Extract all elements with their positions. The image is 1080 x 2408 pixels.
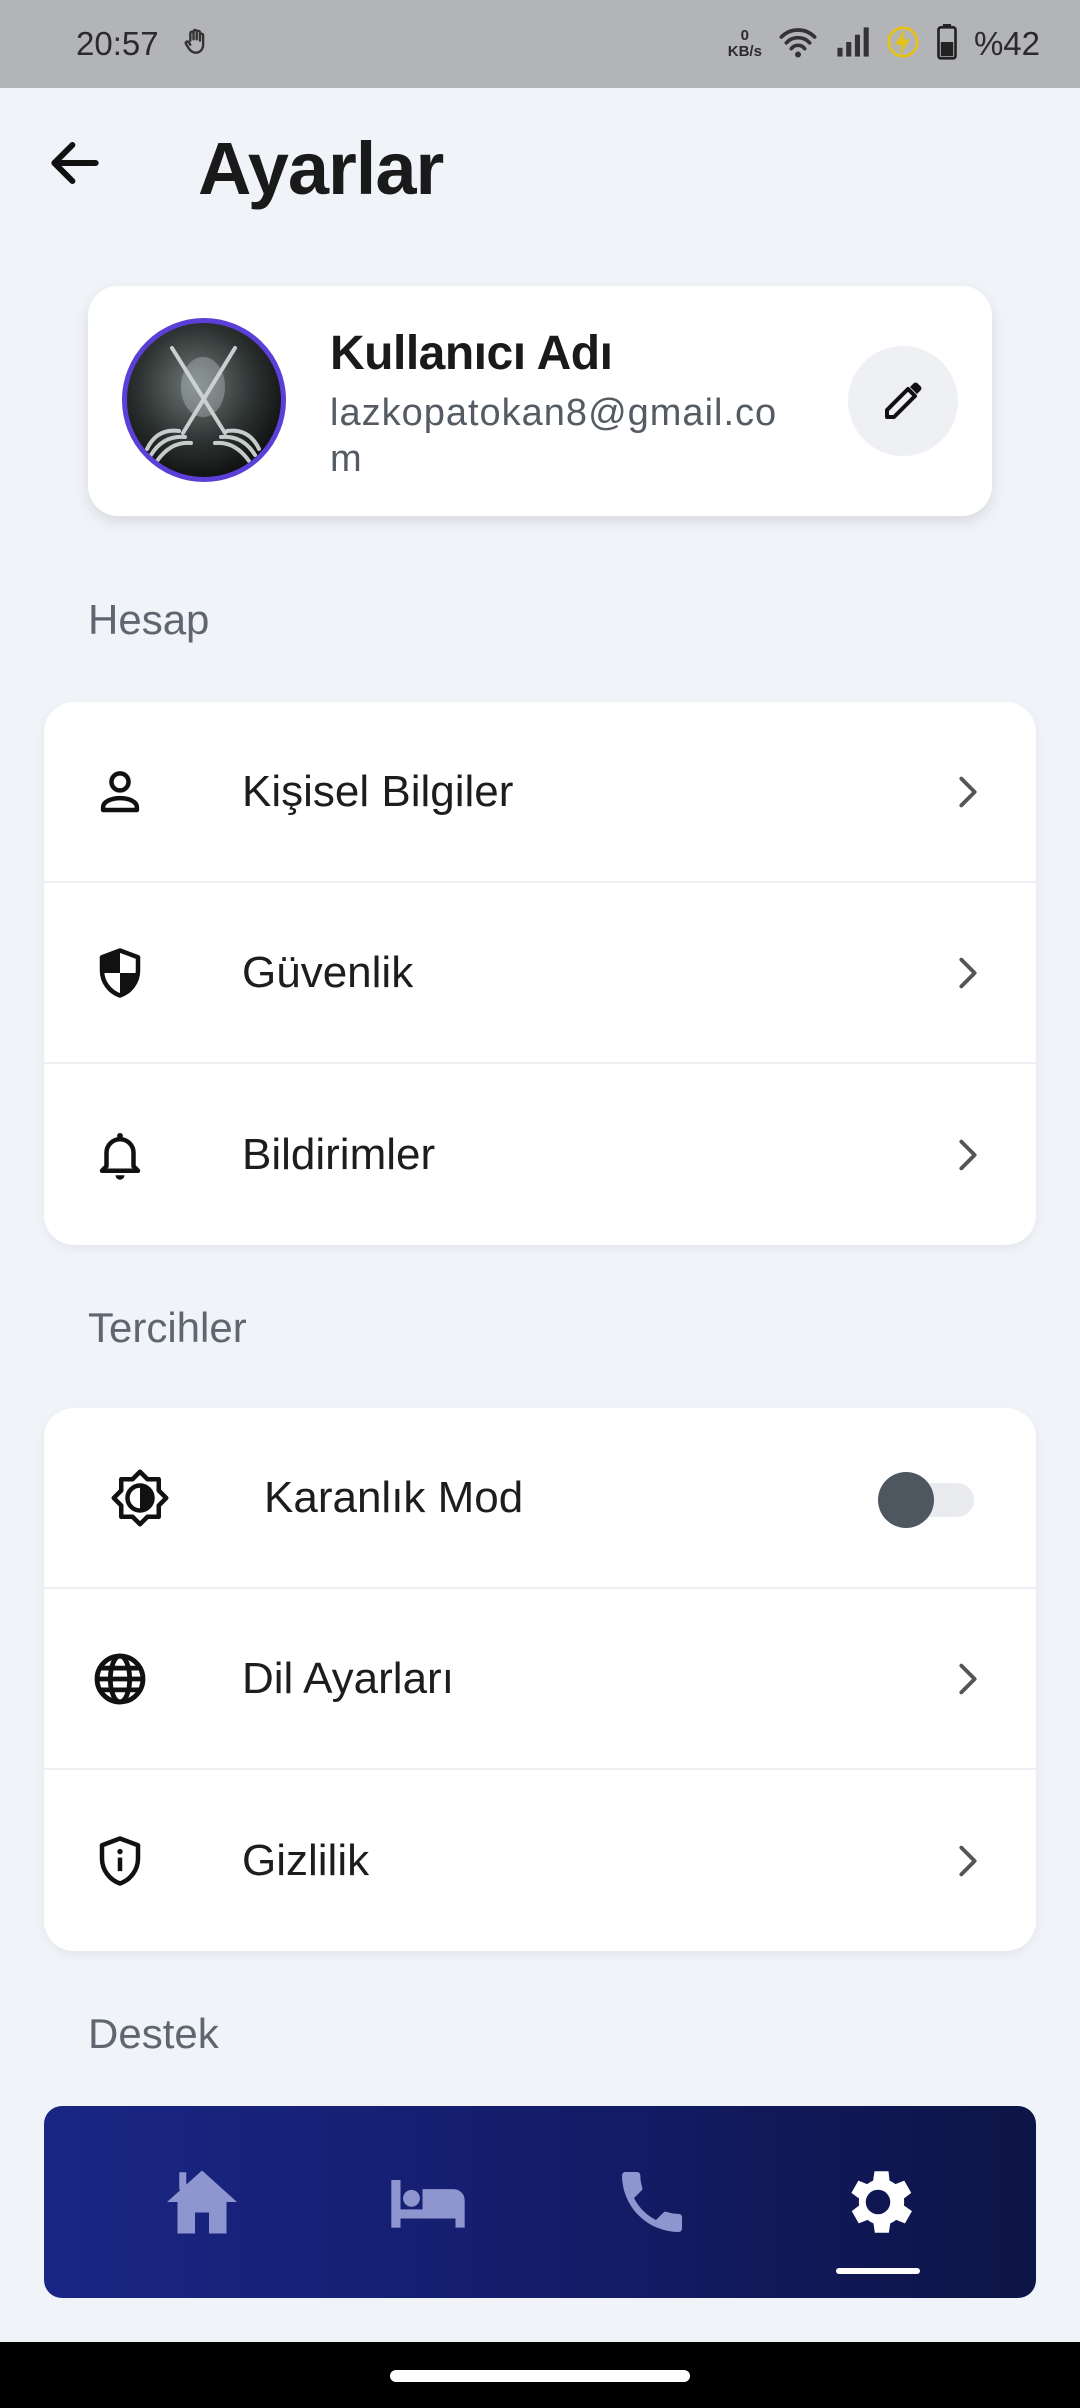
settings-item-label: Güvenlik — [242, 947, 414, 997]
chevron-right-icon — [946, 1839, 990, 1883]
hand-gesture-icon — [181, 26, 213, 63]
settings-item-language[interactable]: Dil Ayarları — [44, 1589, 1036, 1770]
charging-icon — [886, 25, 920, 64]
network-speed-unit: KB/s — [727, 43, 762, 60]
bottom-nav — [44, 2106, 1036, 2298]
nav-settings[interactable] — [828, 2152, 928, 2252]
settings-item-notifications[interactable]: Bildirimler — [44, 1064, 1036, 1245]
bell-icon — [90, 1125, 150, 1185]
nav-call[interactable] — [602, 2152, 702, 2252]
nav-active-indicator — [836, 2268, 920, 2274]
shield-icon — [90, 943, 150, 1003]
chevron-right-icon — [946, 770, 990, 814]
settings-item-label: Dil Ayarları — [242, 1653, 454, 1703]
settings-item-dark-mode[interactable]: Karanlık Mod — [44, 1408, 1036, 1589]
chevron-right-icon — [946, 1133, 990, 1177]
signal-icon — [834, 26, 870, 63]
network-speed: 0 KB/s — [728, 28, 762, 60]
back-arrow-icon — [51, 141, 99, 185]
globe-icon — [90, 1649, 150, 1709]
gesture-bar — [0, 2342, 1080, 2408]
privacy-icon — [90, 1831, 150, 1891]
settings-item-label: Karanlık Mod — [264, 1472, 524, 1522]
phone-icon — [622, 2172, 682, 2232]
dark-mode-toggle[interactable] — [878, 1472, 978, 1528]
preferences-card: Karanlık Mod Dil Ayarları Gizlilik — [44, 1408, 1036, 1951]
section-label-support: Destek — [88, 2010, 219, 2057]
nav-home[interactable] — [152, 2152, 252, 2252]
edit-profile-button[interactable] — [848, 346, 958, 456]
pencil-icon — [885, 382, 922, 419]
person-icon — [90, 762, 150, 822]
section-label-preferences: Tercihler — [88, 1304, 247, 1351]
status-time: 20:57 — [76, 25, 159, 62]
home-gesture-handle[interactable] — [390, 2370, 690, 2382]
bed-icon — [391, 2180, 465, 2228]
status-bar: 20:57 0 KB/s %42 — [0, 0, 1080, 88]
battery-icon — [936, 23, 958, 65]
settings-item-personal-info[interactable]: Kişisel Bilgiler — [44, 702, 1036, 883]
app-header: Ayarlar — [0, 88, 1080, 248]
toggle-thumb — [878, 1472, 934, 1528]
settings-item-privacy[interactable]: Gizlilik — [44, 1770, 1036, 1951]
home-icon — [167, 2170, 237, 2234]
avatar-image — [145, 346, 261, 463]
settings-item-label: Gizlilik — [242, 1835, 370, 1885]
profile-card: Kullanıcı Adı lazkopatokan8@gmail.com — [88, 286, 992, 516]
battery-percent: %42 — [973, 25, 1040, 62]
wifi-icon — [778, 25, 818, 64]
chevron-right-icon — [946, 951, 990, 995]
settings-item-label: Bildirimler — [242, 1129, 436, 1179]
settings-item-security[interactable]: Güvenlik — [44, 883, 1036, 1064]
avatar[interactable] — [122, 318, 286, 482]
brightness-icon — [110, 1468, 170, 1528]
section-label-account: Hesap — [88, 596, 210, 643]
chevron-right-icon — [946, 1657, 990, 1701]
profile-email: lazkopatokan8@gmail.com — [330, 392, 778, 480]
profile-name: Kullanıcı Adı — [330, 327, 613, 380]
settings-item-label: Kişisel Bilgiler — [242, 766, 514, 816]
account-card: Kişisel Bilgiler Güvenlik Bildirimler — [44, 702, 1036, 1245]
status-left: 20:57 — [76, 25, 213, 63]
page-title: Ayarlar — [198, 127, 444, 210]
back-button[interactable] — [40, 128, 110, 198]
nav-rooms[interactable] — [378, 2152, 478, 2252]
settings-icon — [851, 2171, 912, 2233]
network-speed-value: 0 — [740, 27, 750, 44]
status-right: 0 KB/s %42 — [728, 23, 1040, 65]
